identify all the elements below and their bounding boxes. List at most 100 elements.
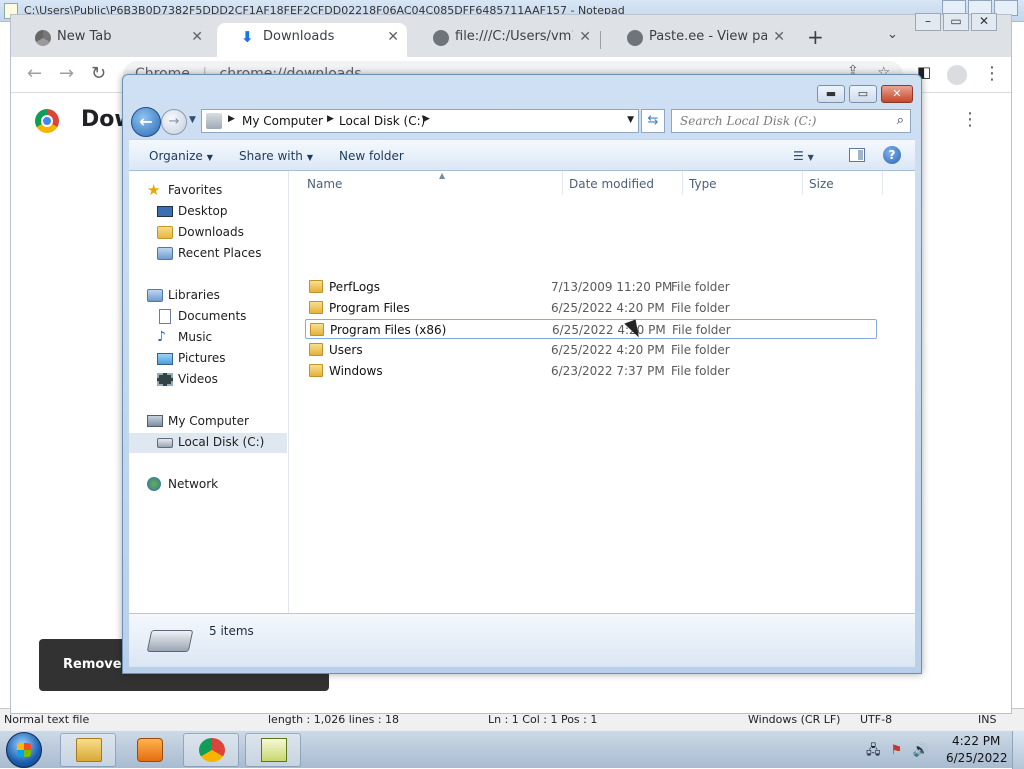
downloads-menu-icon[interactable]: ⋮	[961, 109, 979, 130]
explorer-maximize-button[interactable]: ▭	[849, 85, 877, 103]
back-button[interactable]: ←	[131, 107, 161, 137]
libraries-icon	[147, 289, 163, 302]
refresh-button[interactable]: ⇆	[641, 109, 665, 133]
tray-flag-icon[interactable]: ⚑	[891, 743, 903, 758]
breadcrumb-separator-icon[interactable]: ▶	[228, 114, 235, 124]
tab-file-url[interactable]: file:///C:/Users/vm1/Dow ✕	[409, 23, 599, 57]
tab-new-tab[interactable]: New Tab ✕	[11, 23, 211, 57]
desktop-icon	[157, 206, 173, 217]
pictures-icon	[157, 353, 173, 365]
recent-pages-chevron-icon[interactable]: ▼	[189, 115, 196, 125]
chrome-icon	[199, 738, 225, 762]
computer-icon	[147, 415, 163, 427]
file-row-windows[interactable]: Windows 6/23/2022 7:37 PM File folder	[305, 361, 877, 381]
file-row-program-files-x86[interactable]: Program Files (x86) 6/25/2022 4:20 PM Fi…	[305, 319, 877, 339]
breadcrumb-separator-icon[interactable]: ▶	[423, 114, 430, 124]
new-tab-button[interactable]: +	[807, 25, 824, 49]
close-icon[interactable]: ✕	[387, 23, 399, 51]
taskbar-notepad[interactable]	[245, 733, 301, 767]
column-header-type[interactable]: Type	[683, 171, 803, 195]
system-tray: 🖧 ⚑ 🔊	[866, 741, 929, 763]
file-row-perflogs[interactable]: PerfLogs 7/13/2009 11:20 PM File folder	[305, 277, 877, 297]
status-position: Ln : 1 Col : 1 Pos : 1	[488, 713, 598, 726]
tab-downloads[interactable]: ⬇ Downloads ✕	[217, 23, 407, 57]
taskbar-chrome[interactable]	[183, 733, 239, 767]
explorer-window: ▬ ▭ ✕ ← → ▼ ▶ My Computer ▶ Local Disk (…	[122, 74, 922, 674]
profile-avatar-icon[interactable]	[947, 65, 967, 85]
nav-local-disk[interactable]: Local Disk (C:)	[129, 433, 287, 453]
file-list: Name ▲ Date modified Type Size PerfLogs …	[289, 171, 915, 613]
tab-separator	[600, 31, 601, 49]
new-folder-button[interactable]: New folder	[339, 149, 404, 163]
videos-film-icon	[157, 373, 173, 386]
start-button[interactable]	[6, 732, 42, 768]
reload-icon[interactable]: ↻	[91, 63, 106, 84]
status-mode: INS	[978, 713, 997, 726]
chevron-down-icon: ▼	[306, 153, 314, 162]
column-header-size[interactable]: Size	[803, 171, 883, 195]
search-input[interactable]: Search Local Disk (C:) ⌕	[671, 109, 911, 133]
tab-search-chevron-icon[interactable]: ⌄	[887, 27, 898, 42]
explorer-close-button[interactable]: ✕	[881, 85, 913, 103]
notepad-icon	[261, 738, 287, 762]
clock-date[interactable]: 6/25/2022	[946, 751, 1008, 765]
item-count: 5 items	[209, 624, 254, 638]
chrome-icon	[35, 30, 51, 46]
tray-network-icon[interactable]: 🖧	[866, 743, 881, 758]
network-icon	[147, 477, 161, 491]
breadcrumb-my-computer[interactable]: My Computer	[242, 114, 323, 128]
status-file-type: Normal text file	[4, 713, 90, 726]
folder-icon	[309, 364, 323, 377]
help-button[interactable]: ?	[883, 146, 901, 164]
chrome-maximize-button[interactable]: ▭	[943, 13, 969, 31]
status-encoding: UTF-8	[860, 713, 893, 726]
search-placeholder: Search Local Disk (C:)	[680, 114, 817, 128]
breadcrumb-local-disk[interactable]: Local Disk (C:)	[339, 114, 425, 128]
favorites-star-icon: ★	[147, 181, 161, 199]
taskbar-media-player[interactable]	[121, 733, 177, 767]
address-history-chevron-icon[interactable]: ▼	[627, 115, 634, 125]
file-row-program-files[interactable]: Program Files 6/25/2022 4:20 PM File fol…	[305, 298, 877, 318]
download-icon: ⬇	[241, 28, 254, 46]
tab-strip: New Tab ✕ ⬇ Downloads ✕ file:///C:/Users…	[11, 13, 1011, 57]
column-header-date-modified[interactable]: Date modified	[563, 171, 683, 195]
tab-label: New Tab	[57, 29, 112, 44]
forward-button[interactable]: →	[161, 109, 187, 135]
chrome-close-button[interactable]: ✕	[971, 13, 997, 31]
documents-icon	[159, 309, 171, 324]
status-eol: Windows (CR LF)	[748, 713, 841, 726]
forward-arrow-icon[interactable]: →	[59, 63, 74, 84]
chrome-menu-icon[interactable]: ⋮	[983, 63, 1001, 84]
chrome-logo-icon	[35, 109, 59, 133]
column-header-name[interactable]: Name ▲	[301, 171, 563, 195]
tray-volume-icon[interactable]: 🔊	[912, 743, 928, 758]
chrome-minimize-button[interactable]: –	[915, 13, 941, 31]
tab-label: file:///C:/Users/vm1/Dow	[455, 29, 573, 44]
chevron-down-icon: ▼	[206, 153, 213, 162]
close-icon[interactable]: ✕	[773, 23, 785, 51]
clock-time[interactable]: 4:22 PM	[952, 734, 1000, 748]
recent-places-icon	[157, 247, 173, 260]
close-icon[interactable]: ✕	[579, 23, 591, 51]
address-bar[interactable]: ▶ My Computer ▶ Local Disk (C:) ▶ ▼	[201, 109, 639, 133]
command-bar: Organize ▼ Share with ▼ New folder ☰ ▼ ?	[129, 139, 915, 171]
navigation-pane: ★ Favorites Desktop Downloads Recent Pla…	[129, 171, 289, 613]
change-view-button[interactable]: ☰ ▼	[793, 149, 814, 163]
file-row-users[interactable]: Users 6/25/2022 4:20 PM File folder	[305, 340, 877, 360]
show-desktop-button[interactable]	[1012, 731, 1024, 769]
share-with-button[interactable]: Share with ▼	[239, 149, 313, 163]
breadcrumb-separator-icon[interactable]: ▶	[327, 114, 334, 124]
preview-pane-icon[interactable]	[849, 148, 865, 162]
search-icon[interactable]: ⌕	[897, 113, 904, 128]
explorer-minimize-button[interactable]: ▬	[817, 85, 845, 103]
folder-icon	[309, 280, 323, 293]
downloads-folder-icon	[157, 226, 173, 239]
organize-button[interactable]: Organize ▼	[149, 149, 213, 163]
folder-icon	[309, 343, 323, 356]
tab-paste-ee[interactable]: Paste.ee - View paste 3n ✕	[603, 23, 793, 57]
globe-icon	[433, 30, 449, 46]
back-arrow-icon[interactable]: ←	[27, 63, 42, 84]
close-icon[interactable]: ✕	[191, 23, 203, 51]
globe-icon	[627, 30, 643, 46]
taskbar-explorer[interactable]	[60, 733, 116, 767]
